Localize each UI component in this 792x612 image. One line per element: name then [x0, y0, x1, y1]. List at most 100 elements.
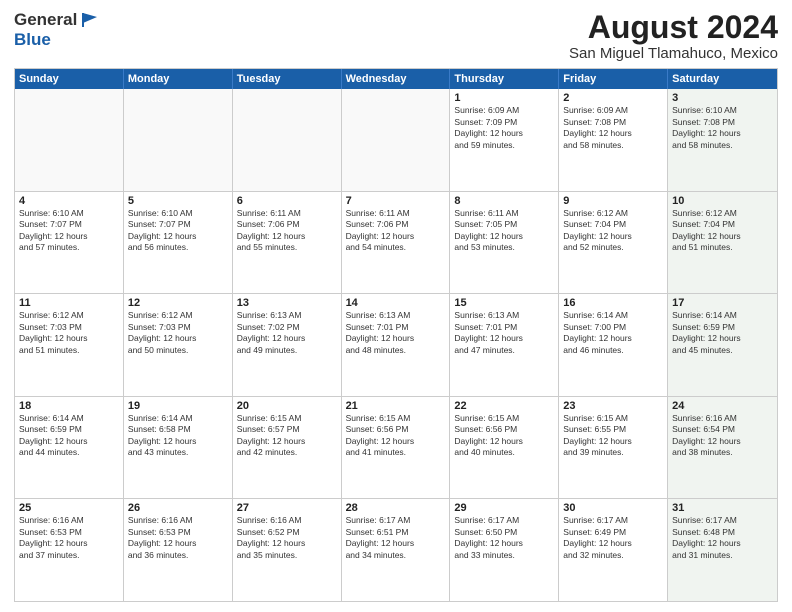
- cell-info: Sunrise: 6:15 AM Sunset: 6:55 PM Dayligh…: [563, 413, 663, 459]
- calendar-cell-day-16: 16Sunrise: 6:14 AM Sunset: 7:00 PM Dayli…: [559, 294, 668, 396]
- calendar-header: SundayMondayTuesdayWednesdayThursdayFrid…: [15, 69, 777, 89]
- calendar-cell-day-13: 13Sunrise: 6:13 AM Sunset: 7:02 PM Dayli…: [233, 294, 342, 396]
- day-header-saturday: Saturday: [668, 69, 777, 89]
- cell-info: Sunrise: 6:09 AM Sunset: 7:08 PM Dayligh…: [563, 105, 663, 151]
- calendar-cell-day-25: 25Sunrise: 6:16 AM Sunset: 6:53 PM Dayli…: [15, 499, 124, 601]
- calendar-cell-day-14: 14Sunrise: 6:13 AM Sunset: 7:01 PM Dayli…: [342, 294, 451, 396]
- cell-info: Sunrise: 6:17 AM Sunset: 6:49 PM Dayligh…: [563, 515, 663, 561]
- calendar-cell-empty-0-0: [15, 89, 124, 191]
- day-number: 10: [672, 195, 773, 207]
- day-header-friday: Friday: [559, 69, 668, 89]
- calendar-cell-day-4: 4Sunrise: 6:10 AM Sunset: 7:07 PM Daylig…: [15, 192, 124, 294]
- cell-info: Sunrise: 6:16 AM Sunset: 6:53 PM Dayligh…: [19, 515, 119, 561]
- cell-info: Sunrise: 6:17 AM Sunset: 6:51 PM Dayligh…: [346, 515, 446, 561]
- logo-general-text: General: [14, 10, 77, 30]
- calendar-cell-day-10: 10Sunrise: 6:12 AM Sunset: 7:04 PM Dayli…: [668, 192, 777, 294]
- cell-info: Sunrise: 6:11 AM Sunset: 7:05 PM Dayligh…: [454, 208, 554, 254]
- day-number: 9: [563, 195, 663, 207]
- calendar-cell-empty-0-3: [342, 89, 451, 191]
- calendar-cell-day-3: 3Sunrise: 6:10 AM Sunset: 7:08 PM Daylig…: [668, 89, 777, 191]
- cell-info: Sunrise: 6:16 AM Sunset: 6:53 PM Dayligh…: [128, 515, 228, 561]
- calendar-cell-day-11: 11Sunrise: 6:12 AM Sunset: 7:03 PM Dayli…: [15, 294, 124, 396]
- logo: General Blue: [14, 10, 99, 50]
- cell-info: Sunrise: 6:11 AM Sunset: 7:06 PM Dayligh…: [237, 208, 337, 254]
- day-number: 27: [237, 502, 337, 514]
- calendar-cell-day-2: 2Sunrise: 6:09 AM Sunset: 7:08 PM Daylig…: [559, 89, 668, 191]
- cell-info: Sunrise: 6:10 AM Sunset: 7:07 PM Dayligh…: [19, 208, 119, 254]
- calendar-cell-day-6: 6Sunrise: 6:11 AM Sunset: 7:06 PM Daylig…: [233, 192, 342, 294]
- day-number: 14: [346, 297, 446, 309]
- day-header-monday: Monday: [124, 69, 233, 89]
- calendar-row-1: 1Sunrise: 6:09 AM Sunset: 7:09 PM Daylig…: [15, 89, 777, 191]
- day-number: 23: [563, 400, 663, 412]
- cell-info: Sunrise: 6:13 AM Sunset: 7:02 PM Dayligh…: [237, 310, 337, 356]
- day-number: 29: [454, 502, 554, 514]
- cell-info: Sunrise: 6:17 AM Sunset: 6:50 PM Dayligh…: [454, 515, 554, 561]
- day-number: 26: [128, 502, 228, 514]
- day-header-tuesday: Tuesday: [233, 69, 342, 89]
- cell-info: Sunrise: 6:09 AM Sunset: 7:09 PM Dayligh…: [454, 105, 554, 151]
- day-number: 31: [672, 502, 773, 514]
- calendar-cell-day-19: 19Sunrise: 6:14 AM Sunset: 6:58 PM Dayli…: [124, 397, 233, 499]
- cell-info: Sunrise: 6:12 AM Sunset: 7:03 PM Dayligh…: [128, 310, 228, 356]
- day-number: 12: [128, 297, 228, 309]
- main-title: August 2024: [569, 10, 778, 45]
- day-number: 15: [454, 297, 554, 309]
- day-number: 17: [672, 297, 773, 309]
- cell-info: Sunrise: 6:14 AM Sunset: 7:00 PM Dayligh…: [563, 310, 663, 356]
- cell-info: Sunrise: 6:17 AM Sunset: 6:48 PM Dayligh…: [672, 515, 773, 561]
- cell-info: Sunrise: 6:15 AM Sunset: 6:56 PM Dayligh…: [346, 413, 446, 459]
- cell-info: Sunrise: 6:10 AM Sunset: 7:07 PM Dayligh…: [128, 208, 228, 254]
- day-number: 13: [237, 297, 337, 309]
- calendar-cell-day-28: 28Sunrise: 6:17 AM Sunset: 6:51 PM Dayli…: [342, 499, 451, 601]
- logo-flag-icon: [79, 9, 99, 29]
- calendar-cell-day-5: 5Sunrise: 6:10 AM Sunset: 7:07 PM Daylig…: [124, 192, 233, 294]
- day-number: 8: [454, 195, 554, 207]
- cell-info: Sunrise: 6:16 AM Sunset: 6:52 PM Dayligh…: [237, 515, 337, 561]
- calendar: SundayMondayTuesdayWednesdayThursdayFrid…: [14, 68, 778, 602]
- logo-blue-text: Blue: [14, 30, 51, 49]
- cell-info: Sunrise: 6:10 AM Sunset: 7:08 PM Dayligh…: [672, 105, 773, 151]
- day-number: 16: [563, 297, 663, 309]
- day-number: 18: [19, 400, 119, 412]
- calendar-cell-day-23: 23Sunrise: 6:15 AM Sunset: 6:55 PM Dayli…: [559, 397, 668, 499]
- day-header-wednesday: Wednesday: [342, 69, 451, 89]
- cell-info: Sunrise: 6:15 AM Sunset: 6:56 PM Dayligh…: [454, 413, 554, 459]
- calendar-cell-day-17: 17Sunrise: 6:14 AM Sunset: 6:59 PM Dayli…: [668, 294, 777, 396]
- calendar-cell-day-26: 26Sunrise: 6:16 AM Sunset: 6:53 PM Dayli…: [124, 499, 233, 601]
- day-header-thursday: Thursday: [450, 69, 559, 89]
- header: General Blue August 2024 San Miguel Tlam…: [14, 10, 778, 62]
- calendar-cell-day-27: 27Sunrise: 6:16 AM Sunset: 6:52 PM Dayli…: [233, 499, 342, 601]
- cell-info: Sunrise: 6:12 AM Sunset: 7:04 PM Dayligh…: [672, 208, 773, 254]
- day-number: 6: [237, 195, 337, 207]
- calendar-cell-day-7: 7Sunrise: 6:11 AM Sunset: 7:06 PM Daylig…: [342, 192, 451, 294]
- day-number: 24: [672, 400, 773, 412]
- day-number: 11: [19, 297, 119, 309]
- sub-title: San Miguel Tlamahuco, Mexico: [569, 45, 778, 62]
- cell-info: Sunrise: 6:14 AM Sunset: 6:59 PM Dayligh…: [19, 413, 119, 459]
- cell-info: Sunrise: 6:14 AM Sunset: 6:59 PM Dayligh…: [672, 310, 773, 356]
- cell-info: Sunrise: 6:15 AM Sunset: 6:57 PM Dayligh…: [237, 413, 337, 459]
- day-header-sunday: Sunday: [15, 69, 124, 89]
- calendar-row-3: 11 Sunrise: 6:12 AM Sunset: 7:03 PM Dayli…: [15, 293, 777, 396]
- cell-info: Sunrise: 6:14 AM Sunset: 6:58 PM Dayligh…: [128, 413, 228, 459]
- day-number: 28: [346, 502, 446, 514]
- day-number: 30: [563, 502, 663, 514]
- cell-info: Sunrise: 6:11 AM Sunset: 7:06 PM Dayligh…: [346, 208, 446, 254]
- calendar-cell-day-31: 31Sunrise: 6:17 AM Sunset: 6:48 PM Dayli…: [668, 499, 777, 601]
- page: General Blue August 2024 San Miguel Tlam…: [0, 0, 792, 612]
- calendar-cell-day-24: 24Sunrise: 6:16 AM Sunset: 6:54 PM Dayli…: [668, 397, 777, 499]
- calendar-body: 1Sunrise: 6:09 AM Sunset: 7:09 PM Daylig…: [15, 89, 777, 601]
- day-number: 2: [563, 92, 663, 104]
- calendar-cell-day-21: 21Sunrise: 6:15 AM Sunset: 6:56 PM Dayli…: [342, 397, 451, 499]
- cell-info: Sunrise: 6:12 AM Sunset: 7:04 PM Dayligh…: [563, 208, 663, 254]
- day-number: 22: [454, 400, 554, 412]
- calendar-cell-day-30: 30Sunrise: 6:17 AM Sunset: 6:49 PM Dayli…: [559, 499, 668, 601]
- calendar-row-4: 18Sunrise: 6:14 AM Sunset: 6:59 PM Dayli…: [15, 396, 777, 499]
- day-number: 20: [237, 400, 337, 412]
- cell-info: Sunrise: 6:13 AM Sunset: 7:01 PM Dayligh…: [346, 310, 446, 356]
- calendar-row-2: 4Sunrise: 6:10 AM Sunset: 7:07 PM Daylig…: [15, 191, 777, 294]
- day-number: 3: [672, 92, 773, 104]
- calendar-cell-day-29: 29Sunrise: 6:17 AM Sunset: 6:50 PM Dayli…: [450, 499, 559, 601]
- cell-info: Sunrise: 6:13 AM Sunset: 7:01 PM Dayligh…: [454, 310, 554, 356]
